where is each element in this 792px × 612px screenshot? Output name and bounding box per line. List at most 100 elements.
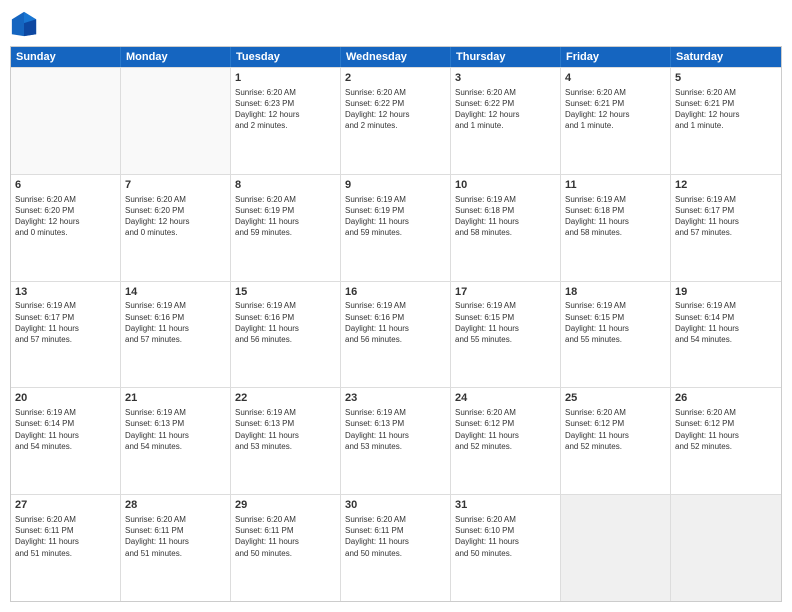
calendar-row-2: 13Sunrise: 6:19 AMSunset: 6:17 PMDayligh… [11, 281, 781, 388]
day-number: 30 [345, 498, 446, 513]
weekday-header-thursday: Thursday [451, 47, 561, 67]
day-number: 8 [235, 178, 336, 193]
cell-info: Sunrise: 6:19 AMSunset: 6:14 PMDaylight:… [675, 300, 777, 345]
cell-info: Sunrise: 6:19 AMSunset: 6:15 PMDaylight:… [455, 300, 556, 345]
calendar-cell-2-4: 17Sunrise: 6:19 AMSunset: 6:15 PMDayligh… [451, 282, 561, 388]
calendar-cell-3-5: 25Sunrise: 6:20 AMSunset: 6:12 PMDayligh… [561, 388, 671, 494]
calendar-body: 1Sunrise: 6:20 AMSunset: 6:23 PMDaylight… [11, 67, 781, 601]
day-number: 15 [235, 285, 336, 300]
calendar-cell-4-0: 27Sunrise: 6:20 AMSunset: 6:11 PMDayligh… [11, 495, 121, 601]
logo [10, 10, 42, 38]
day-number: 22 [235, 391, 336, 406]
calendar-cell-4-5 [561, 495, 671, 601]
cell-info: Sunrise: 6:20 AMSunset: 6:11 PMDaylight:… [125, 514, 226, 559]
cell-info: Sunrise: 6:19 AMSunset: 6:16 PMDaylight:… [125, 300, 226, 345]
cell-info: Sunrise: 6:19 AMSunset: 6:16 PMDaylight:… [345, 300, 446, 345]
day-number: 18 [565, 285, 666, 300]
cell-info: Sunrise: 6:19 AMSunset: 6:18 PMDaylight:… [455, 194, 556, 239]
page: SundayMondayTuesdayWednesdayThursdayFrid… [0, 0, 792, 612]
day-number: 13 [15, 285, 116, 300]
day-number: 28 [125, 498, 226, 513]
day-number: 29 [235, 498, 336, 513]
calendar-cell-1-2: 8Sunrise: 6:20 AMSunset: 6:19 PMDaylight… [231, 175, 341, 281]
calendar-cell-0-3: 2Sunrise: 6:20 AMSunset: 6:22 PMDaylight… [341, 68, 451, 174]
calendar-cell-1-4: 10Sunrise: 6:19 AMSunset: 6:18 PMDayligh… [451, 175, 561, 281]
logo-icon [10, 10, 38, 38]
day-number: 14 [125, 285, 226, 300]
calendar-cell-1-5: 11Sunrise: 6:19 AMSunset: 6:18 PMDayligh… [561, 175, 671, 281]
cell-info: Sunrise: 6:19 AMSunset: 6:14 PMDaylight:… [15, 407, 116, 452]
calendar-cell-4-1: 28Sunrise: 6:20 AMSunset: 6:11 PMDayligh… [121, 495, 231, 601]
calendar-cell-3-4: 24Sunrise: 6:20 AMSunset: 6:12 PMDayligh… [451, 388, 561, 494]
cell-info: Sunrise: 6:20 AMSunset: 6:12 PMDaylight:… [565, 407, 666, 452]
calendar-cell-4-3: 30Sunrise: 6:20 AMSunset: 6:11 PMDayligh… [341, 495, 451, 601]
day-number: 21 [125, 391, 226, 406]
calendar-cell-0-1 [121, 68, 231, 174]
weekday-header-saturday: Saturday [671, 47, 781, 67]
calendar-cell-0-5: 4Sunrise: 6:20 AMSunset: 6:21 PMDaylight… [561, 68, 671, 174]
calendar-row-1: 6Sunrise: 6:20 AMSunset: 6:20 PMDaylight… [11, 174, 781, 281]
day-number: 19 [675, 285, 777, 300]
day-number: 4 [565, 71, 666, 86]
calendar-cell-1-0: 6Sunrise: 6:20 AMSunset: 6:20 PMDaylight… [11, 175, 121, 281]
day-number: 7 [125, 178, 226, 193]
calendar-cell-1-1: 7Sunrise: 6:20 AMSunset: 6:20 PMDaylight… [121, 175, 231, 281]
day-number: 9 [345, 178, 446, 193]
cell-info: Sunrise: 6:19 AMSunset: 6:17 PMDaylight:… [15, 300, 116, 345]
day-number: 26 [675, 391, 777, 406]
cell-info: Sunrise: 6:19 AMSunset: 6:18 PMDaylight:… [565, 194, 666, 239]
cell-info: Sunrise: 6:19 AMSunset: 6:13 PMDaylight:… [125, 407, 226, 452]
calendar-cell-3-1: 21Sunrise: 6:19 AMSunset: 6:13 PMDayligh… [121, 388, 231, 494]
calendar-header: SundayMondayTuesdayWednesdayThursdayFrid… [11, 47, 781, 67]
header [10, 10, 782, 38]
day-number: 11 [565, 178, 666, 193]
calendar-cell-0-4: 3Sunrise: 6:20 AMSunset: 6:22 PMDaylight… [451, 68, 561, 174]
calendar-cell-1-3: 9Sunrise: 6:19 AMSunset: 6:19 PMDaylight… [341, 175, 451, 281]
day-number: 5 [675, 71, 777, 86]
calendar-cell-4-2: 29Sunrise: 6:20 AMSunset: 6:11 PMDayligh… [231, 495, 341, 601]
cell-info: Sunrise: 6:19 AMSunset: 6:17 PMDaylight:… [675, 194, 777, 239]
calendar-cell-2-3: 16Sunrise: 6:19 AMSunset: 6:16 PMDayligh… [341, 282, 451, 388]
calendar-cell-2-0: 13Sunrise: 6:19 AMSunset: 6:17 PMDayligh… [11, 282, 121, 388]
day-number: 20 [15, 391, 116, 406]
cell-info: Sunrise: 6:20 AMSunset: 6:20 PMDaylight:… [125, 194, 226, 239]
calendar-cell-2-1: 14Sunrise: 6:19 AMSunset: 6:16 PMDayligh… [121, 282, 231, 388]
cell-info: Sunrise: 6:19 AMSunset: 6:13 PMDaylight:… [345, 407, 446, 452]
calendar-cell-4-4: 31Sunrise: 6:20 AMSunset: 6:10 PMDayligh… [451, 495, 561, 601]
day-number: 12 [675, 178, 777, 193]
cell-info: Sunrise: 6:19 AMSunset: 6:16 PMDaylight:… [235, 300, 336, 345]
cell-info: Sunrise: 6:20 AMSunset: 6:22 PMDaylight:… [455, 87, 556, 132]
weekday-header-monday: Monday [121, 47, 231, 67]
cell-info: Sunrise: 6:19 AMSunset: 6:15 PMDaylight:… [565, 300, 666, 345]
calendar-cell-0-0 [11, 68, 121, 174]
calendar-cell-2-5: 18Sunrise: 6:19 AMSunset: 6:15 PMDayligh… [561, 282, 671, 388]
calendar-cell-2-2: 15Sunrise: 6:19 AMSunset: 6:16 PMDayligh… [231, 282, 341, 388]
cell-info: Sunrise: 6:19 AMSunset: 6:19 PMDaylight:… [345, 194, 446, 239]
calendar: SundayMondayTuesdayWednesdayThursdayFrid… [10, 46, 782, 602]
day-number: 31 [455, 498, 556, 513]
calendar-cell-2-6: 19Sunrise: 6:19 AMSunset: 6:14 PMDayligh… [671, 282, 781, 388]
calendar-cell-0-2: 1Sunrise: 6:20 AMSunset: 6:23 PMDaylight… [231, 68, 341, 174]
cell-info: Sunrise: 6:20 AMSunset: 6:11 PMDaylight:… [15, 514, 116, 559]
calendar-cell-4-6 [671, 495, 781, 601]
cell-info: Sunrise: 6:20 AMSunset: 6:12 PMDaylight:… [455, 407, 556, 452]
cell-info: Sunrise: 6:20 AMSunset: 6:21 PMDaylight:… [565, 87, 666, 132]
weekday-header-sunday: Sunday [11, 47, 121, 67]
day-number: 1 [235, 71, 336, 86]
cell-info: Sunrise: 6:20 AMSunset: 6:11 PMDaylight:… [235, 514, 336, 559]
cell-info: Sunrise: 6:20 AMSunset: 6:22 PMDaylight:… [345, 87, 446, 132]
weekday-header-friday: Friday [561, 47, 671, 67]
cell-info: Sunrise: 6:20 AMSunset: 6:20 PMDaylight:… [15, 194, 116, 239]
day-number: 6 [15, 178, 116, 193]
cell-info: Sunrise: 6:20 AMSunset: 6:23 PMDaylight:… [235, 87, 336, 132]
calendar-cell-0-6: 5Sunrise: 6:20 AMSunset: 6:21 PMDaylight… [671, 68, 781, 174]
calendar-cell-1-6: 12Sunrise: 6:19 AMSunset: 6:17 PMDayligh… [671, 175, 781, 281]
day-number: 2 [345, 71, 446, 86]
day-number: 27 [15, 498, 116, 513]
calendar-cell-3-3: 23Sunrise: 6:19 AMSunset: 6:13 PMDayligh… [341, 388, 451, 494]
cell-info: Sunrise: 6:20 AMSunset: 6:19 PMDaylight:… [235, 194, 336, 239]
calendar-row-0: 1Sunrise: 6:20 AMSunset: 6:23 PMDaylight… [11, 67, 781, 174]
day-number: 23 [345, 391, 446, 406]
calendar-cell-3-2: 22Sunrise: 6:19 AMSunset: 6:13 PMDayligh… [231, 388, 341, 494]
day-number: 24 [455, 391, 556, 406]
